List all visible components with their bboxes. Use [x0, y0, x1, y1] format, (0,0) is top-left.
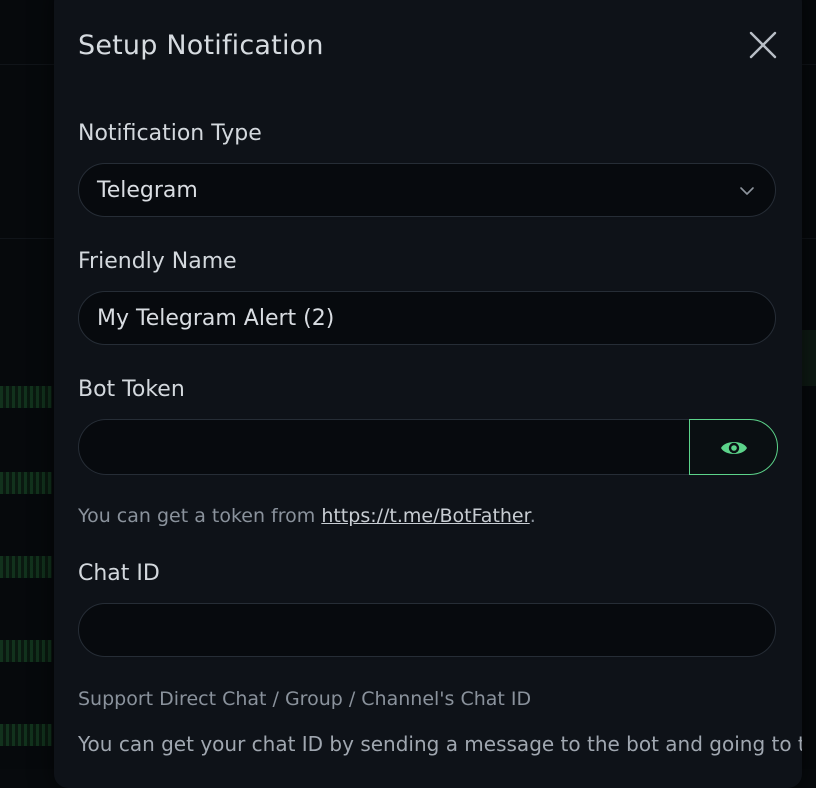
chat-id-input[interactable] — [78, 603, 776, 657]
friendly-name-input[interactable]: My Telegram Alert (2) — [78, 291, 776, 345]
bot-token-help-text: You can get a token from — [78, 505, 322, 527]
notification-type-value: Telegram — [97, 178, 198, 203]
toggle-token-visibility-button[interactable] — [689, 419, 778, 475]
notification-type-select[interactable]: Telegram — [78, 163, 776, 217]
backdrop-status-bar — [802, 330, 816, 386]
bot-token-input[interactable] — [78, 419, 690, 475]
close-icon — [749, 31, 777, 59]
dialog-title: Setup Notification — [78, 30, 324, 61]
chat-id-help-text: You can get your chat ID by sending a me… — [78, 732, 802, 756]
bot-token-label: Bot Token — [78, 377, 185, 402]
bot-token-group — [78, 419, 778, 475]
chat-id-label: Chat ID — [78, 561, 160, 586]
notification-type-label: Notification Type — [78, 121, 262, 146]
backdrop-status-bar — [0, 724, 52, 746]
setup-notification-dialog: Setup Notification Notification Type Tel… — [54, 0, 802, 788]
backdrop-status-bar — [0, 640, 52, 662]
bot-token-help-suffix: . — [529, 505, 536, 527]
close-button[interactable] — [748, 30, 778, 60]
botfather-link[interactable]: https://t.me/BotFather — [321, 505, 529, 527]
backdrop-status-bar — [0, 472, 52, 494]
backdrop-status-bar — [0, 386, 52, 408]
friendly-name-label: Friendly Name — [78, 249, 237, 274]
backdrop-status-bar — [0, 556, 52, 578]
bot-token-help: You can get a token from https://t.me/Bo… — [78, 502, 536, 530]
dialog-header: Setup Notification — [78, 26, 778, 70]
chat-id-support-text: Support Direct Chat / Group / Channel's … — [78, 688, 532, 710]
eye-icon — [721, 442, 747, 454]
chevron-down-icon — [740, 187, 754, 195]
friendly-name-value: My Telegram Alert (2) — [97, 306, 335, 331]
